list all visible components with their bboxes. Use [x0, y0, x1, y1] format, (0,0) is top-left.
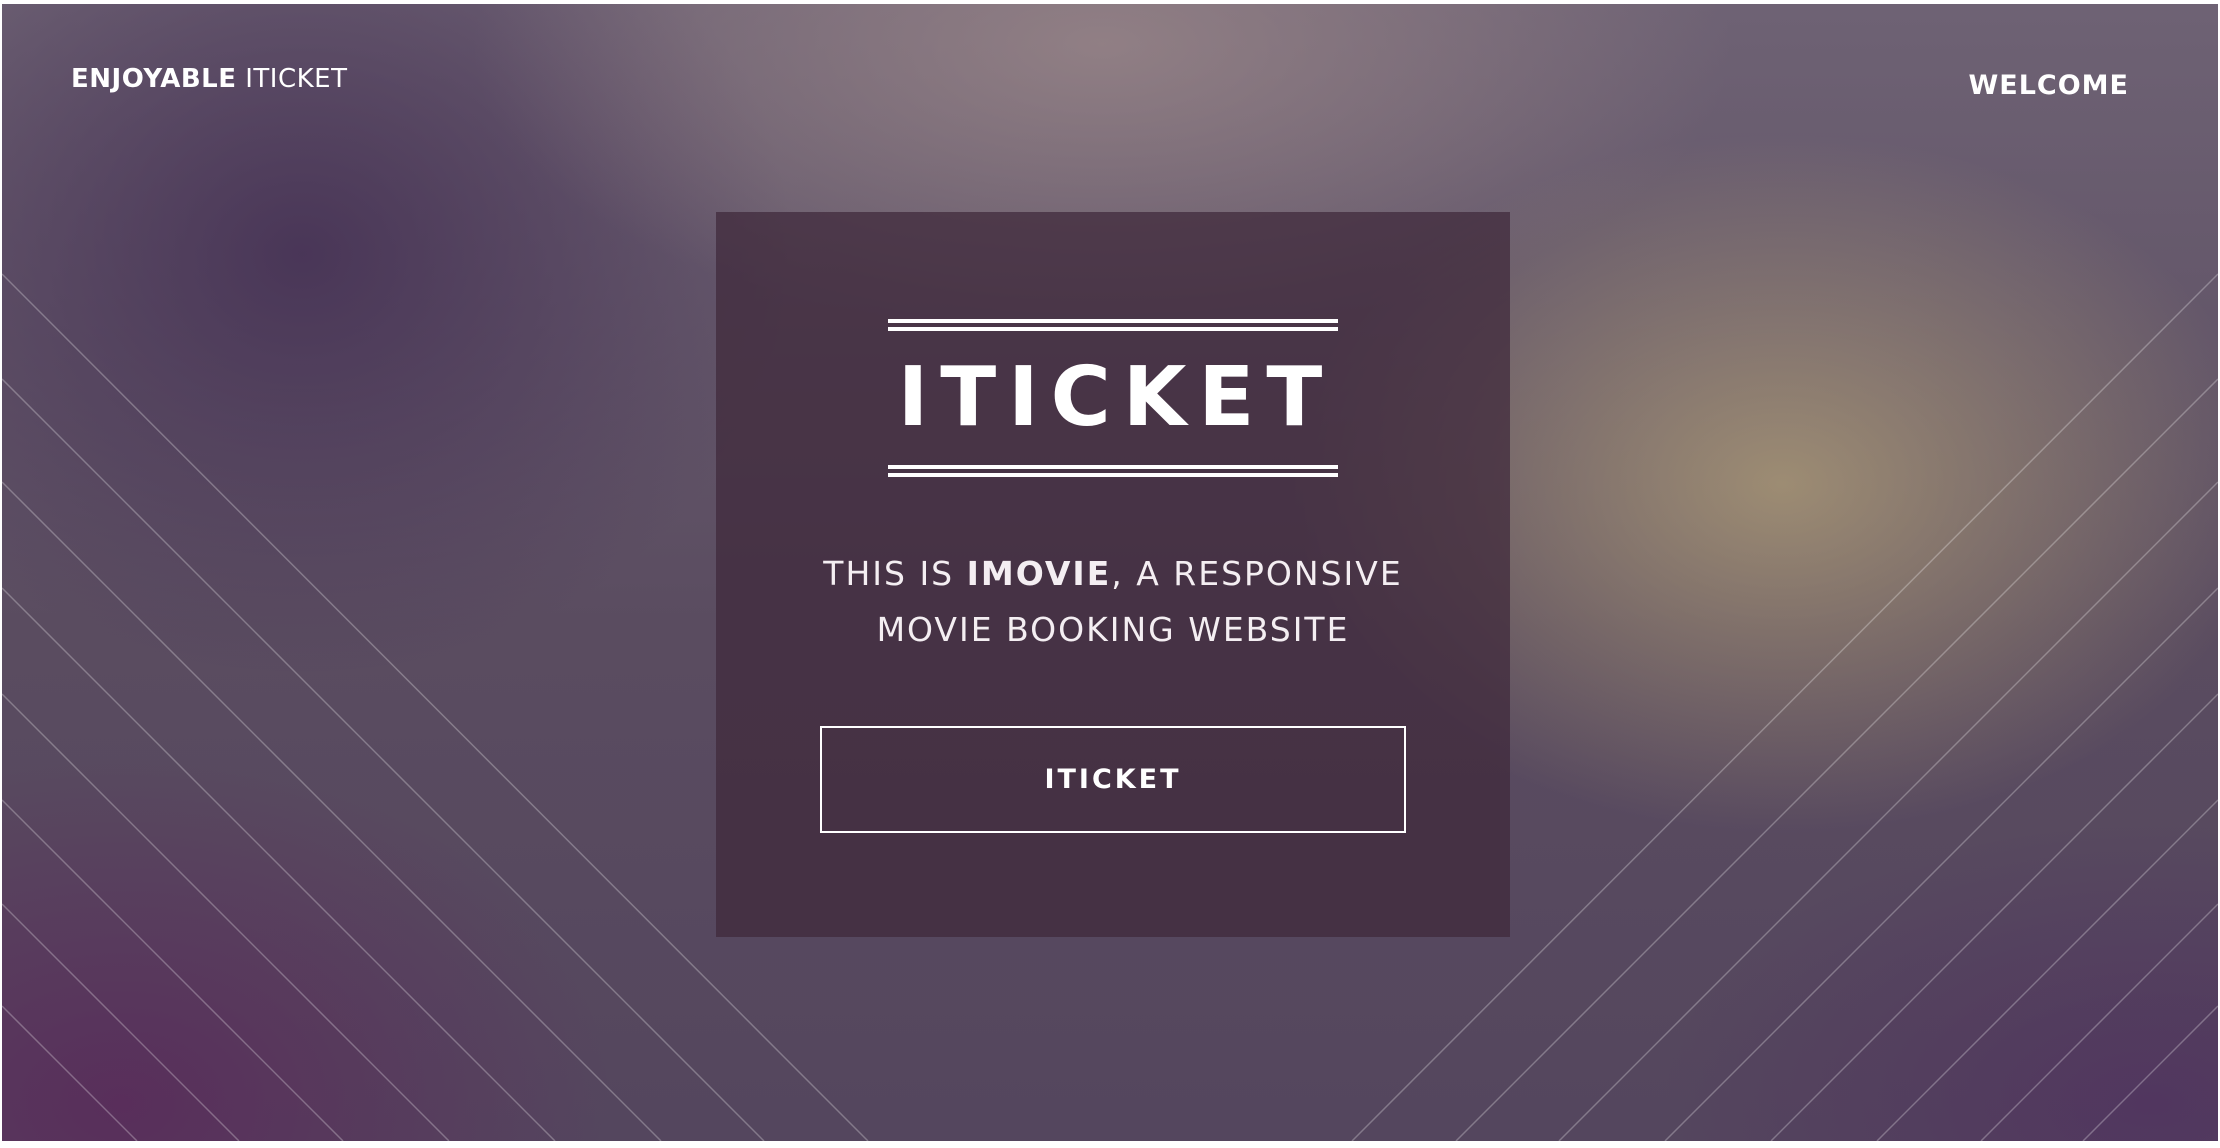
hero-tagline: THIS IS IMOVIE, A RESPONSIVE MOVIE BOOKI…: [716, 546, 1510, 658]
tagline-line2: MOVIE BOOKING WEBSITE: [876, 610, 1350, 649]
tagline-prefix: THIS IS: [823, 554, 967, 593]
tagline-suffix: , A RESPONSIVE: [1111, 554, 1403, 593]
hero-card: ITICKET THIS IS IMOVIE, A RESPONSIVE MOV…: [716, 212, 1510, 937]
hero-logo-text: ITICKET: [897, 350, 1335, 445]
landing-page: ENJOYABLE ITICKET WELCOME ITICKET THIS I…: [2, 4, 2218, 1141]
brand-name-light: ITICKET: [245, 64, 348, 94]
brand-name-strong: ENJOYABLE: [71, 64, 237, 94]
tagline-highlight: IMOVIE: [966, 554, 1112, 593]
brand-logo-link[interactable]: ENJOYABLE ITICKET: [71, 64, 347, 94]
welcome-nav-link[interactable]: WELCOME: [1968, 70, 2129, 101]
iticket-button[interactable]: ITICKET: [820, 726, 1406, 833]
hero-logo: ITICKET: [888, 319, 1338, 479]
logo-top-rule: [888, 319, 1338, 331]
logo-bottom-rule: [888, 465, 1338, 477]
